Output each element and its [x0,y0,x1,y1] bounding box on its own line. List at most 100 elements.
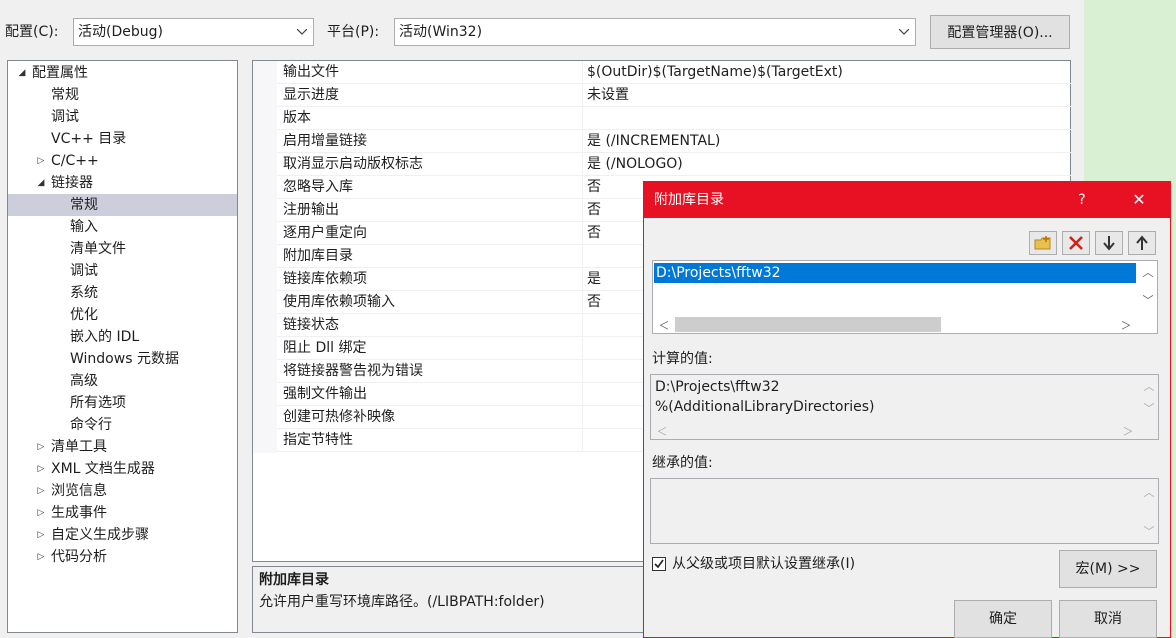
property-value[interactable]: 否 [587,222,601,245]
move-up-button[interactable] [1128,231,1156,255]
tree-item-label: XML 文档生成器 [51,461,155,477]
tree-item[interactable]: 调试 [51,106,79,128]
scroll-right-icon[interactable]: ＞ [1119,422,1137,439]
property-row[interactable]: 版本 [277,107,1071,130]
property-row[interactable]: 启用增量链接 是 (/INCREMENTAL) [277,130,1071,153]
help-button[interactable]: ? [1069,189,1095,211]
column-divider [582,291,583,314]
horizontal-scrollbar[interactable]: ＜ ＞ [651,422,1140,439]
delete-x-icon [1069,236,1083,250]
property-value[interactable]: 是 [587,268,601,291]
cancel-button[interactable]: 取消 [1059,600,1157,638]
property-value[interactable]: 是 (/NOLOGO) [587,153,683,176]
config-label: 配置(C): [5,24,59,40]
property-name: 强制文件输出 [283,386,367,402]
tree-selection-highlight [8,194,237,216]
collapsed-triangle-icon[interactable]: ▷ [35,524,47,546]
directory-list[interactable]: D:\Projects\fftw32 ︿ ﹀ ＜ ＞ [652,260,1158,334]
tree-item[interactable]: 命令行 [70,414,112,436]
tree-item[interactable]: ▷ 代码分析 [38,546,107,568]
column-divider [582,199,583,222]
tree-item[interactable]: 所有选项 [70,392,126,414]
config-combobox[interactable]: 活动(Debug) [73,18,314,46]
tree-item[interactable]: ▷ 清单工具 [38,436,107,458]
collapsed-triangle-icon[interactable]: ▷ [35,546,47,568]
close-button[interactable]: ✕ [1126,189,1152,211]
tree-item-label: 清单文件 [70,241,126,257]
scroll-down-icon[interactable]: ﹀ [1140,522,1158,539]
tree-item[interactable]: ▷ 生成事件 [38,502,107,524]
expanded-triangle-icon: ◢ [18,68,26,78]
tree-root[interactable]: ◢ 配置属性 [19,62,88,84]
column-divider [582,245,583,268]
expanded-triangle-icon[interactable]: ◢ [35,172,47,194]
tree-item[interactable]: 调试 [70,260,98,282]
config-manager-button[interactable]: 配置管理器(O)... [930,15,1070,49]
tree-item[interactable]: 常规 [51,84,79,106]
vertical-scrollbar[interactable]: ︿ ﹀ [1139,261,1157,316]
property-tree[interactable]: ◢ 配置属性 常规 调试 VC++ 目录 ▷ C/C++ ◢ 链接器 常规 输入 清单文件 调试 系统… [7,60,238,633]
platform-combobox[interactable]: 活动(Win32) [394,18,916,46]
vertical-scrollbar[interactable]: ︿ ﹀ [1140,479,1158,543]
platform-label: 平台(P): [327,24,380,40]
property-value[interactable]: 是 (/INCREMENTAL) [587,130,720,153]
collapsed-triangle-icon[interactable]: ▷ [35,502,47,524]
directory-entry[interactable]: D:\Projects\fftw32 [654,263,1136,283]
scroll-up-icon[interactable]: ︿ [1139,263,1157,280]
property-row[interactable]: 输出文件 $(OutDir)$(TargetName)$(TargetExt) [277,61,1071,84]
chevron-down-icon [295,19,309,45]
column-divider [582,337,583,360]
scroll-left-icon[interactable]: ＜ [655,316,673,333]
tree-item[interactable]: VC++ 目录 [51,128,126,150]
property-value[interactable]: 否 [587,199,601,222]
column-divider [582,383,583,406]
scroll-up-icon[interactable]: ︿ [1140,377,1158,394]
property-row[interactable]: 显示进度 未设置 [277,84,1071,107]
tree-item[interactable]: 系统 [70,282,98,304]
property-value[interactable]: 否 [587,291,601,314]
delete-line-button[interactable] [1062,231,1090,255]
collapsed-triangle-icon[interactable]: ▷ [35,480,47,502]
move-down-button[interactable] [1095,231,1123,255]
inherit-checkbox-label[interactable]: 从父级或项目默认设置继承(I) [672,553,855,575]
macro-button[interactable]: 宏(M) >> [1059,550,1157,588]
tree-item[interactable]: ▷ 自定义生成步骤 [38,524,149,546]
collapsed-triangle-icon[interactable]: ▷ [35,436,47,458]
scroll-left-icon[interactable]: ＜ [653,422,671,439]
tree-item[interactable]: ◢ 链接器 [38,172,93,194]
tree-item[interactable]: ▷ XML 文档生成器 [38,458,155,480]
tree-item[interactable]: 输入 [70,216,98,238]
new-line-button[interactable] [1029,231,1057,255]
property-value[interactable]: 未设置 [587,84,629,107]
tree-item[interactable]: ▷ C/C++ [38,150,99,172]
description-pane: 附加库目录 允许用户重写环境库路径。(/LIBPATH:folder) [252,566,662,633]
inherit-checkbox[interactable] [652,557,666,571]
property-value[interactable]: 否 [587,176,601,199]
tree-item[interactable]: 优化 [70,304,98,326]
collapsed-triangle-icon[interactable]: ▷ [35,150,47,172]
property-name: 版本 [283,110,311,126]
horizontal-scrollbar[interactable]: ＜ ＞ [653,316,1139,333]
property-row[interactable]: 取消显示启动版权标志 是 (/NOLOGO) [277,153,1071,176]
tree-item[interactable]: 高级 [70,370,98,392]
inherited-values-box: ︿ ﹀ [650,478,1159,544]
scrollbar-thumb[interactable] [675,317,941,332]
scroll-up-icon[interactable]: ︿ [1140,483,1158,500]
computed-values-box: D:\Projects\fftw32 %(AdditionalLibraryDi… [650,374,1159,440]
property-value[interactable]: $(OutDir)$(TargetName)$(TargetExt) [587,61,843,84]
scroll-right-icon[interactable]: ＞ [1117,316,1135,333]
column-divider [582,406,583,429]
vertical-scrollbar[interactable]: ︿ ﹀ [1140,375,1158,421]
scroll-down-icon[interactable]: ﹀ [1140,399,1158,416]
column-divider [582,314,583,337]
tree-item-label: 优化 [70,307,98,323]
ok-button[interactable]: 确定 [954,600,1052,638]
tree-item[interactable]: 嵌入的 IDL [70,326,139,348]
collapsed-triangle-icon[interactable]: ▷ [35,458,47,480]
tree-item[interactable]: 清单文件 [70,238,126,260]
tree-item[interactable]: Windows 元数据 [70,348,179,370]
scroll-down-icon[interactable]: ﹀ [1139,291,1157,308]
tree-item[interactable]: 常规 [70,194,98,216]
tree-item-label: VC++ 目录 [51,131,127,147]
tree-item[interactable]: ▷ 浏览信息 [38,480,107,502]
